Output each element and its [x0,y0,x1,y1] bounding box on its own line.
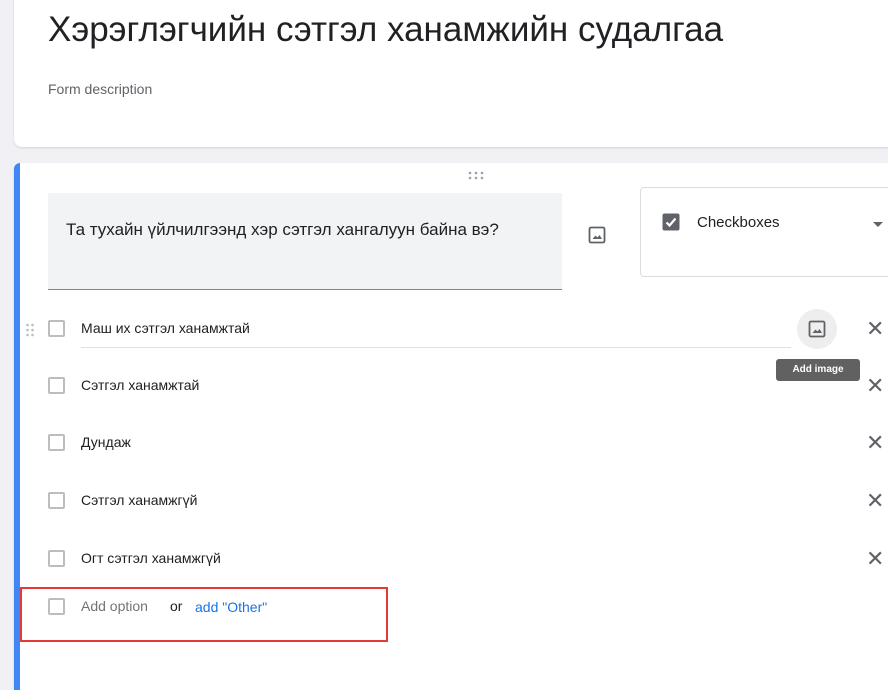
option-row: Дундаж ✕ [14,423,888,463]
option-checkbox [48,492,65,509]
option-label[interactable]: Дундаж [81,434,131,450]
form-editor: Хэрэглэгчийн сэтгэл ханамжийн судалгаа F… [0,0,888,690]
question-title-text: Та тухайн үйлчилгээнд хэр сэтгэл хангалу… [66,220,499,239]
option-label[interactable]: Сэтгэл ханамжтай [81,377,199,393]
option-label[interactable]: Сэтгэл ханамжгүй [81,492,197,508]
option-row: Огт сэтгэл ханамжгүй ✕ [14,539,888,579]
form-description[interactable]: Form description [48,81,152,97]
form-title[interactable]: Хэрэглэгчийн сэтгэл ханамжийн судалгаа [48,10,723,50]
image-icon[interactable] [587,225,607,245]
close-icon[interactable]: ✕ [866,375,884,397]
add-other-link[interactable]: add "Other" [195,599,267,615]
dropdown-arrow-icon [873,222,883,227]
option-label[interactable]: Маш их сэтгэл ханамжтай [81,320,250,336]
question-type-dropdown[interactable]: Checkboxes [640,187,888,277]
or-text: or [170,598,183,614]
question-type-label: Checkboxes [697,214,780,231]
option-checkbox [48,598,65,615]
option-checkbox [48,320,65,337]
question-card: Та тухайн үйлчилгээнд хэр сэтгэл хангалу… [14,163,888,690]
option-row: Сэтгэл ханамжгүй ✕ [14,481,888,521]
close-icon[interactable]: ✕ [866,490,884,512]
option-checkbox [48,550,65,567]
option-checkbox [48,377,65,394]
image-icon [808,320,826,338]
close-icon[interactable]: ✕ [866,432,884,454]
form-title-card: Хэрэглэгчийн сэтгэл ханамжийн судалгаа F… [14,0,888,147]
add-option-input[interactable]: Add option [81,598,148,614]
option-underline [81,347,791,348]
drag-handle-icon[interactable] [466,169,486,183]
add-image-button[interactable] [797,309,837,349]
question-title-field[interactable]: Та тухайн үйлчилгээнд хэр сэтгэл хангалу… [48,193,562,290]
option-row: Маш их сэтгэл ханамжтай ✕ [14,309,888,349]
add-option-row: Add option or add "Other" [14,587,404,627]
close-icon[interactable]: ✕ [866,548,884,570]
option-label[interactable]: Огт сэтгэл ханамжгүй [81,550,221,566]
option-row: Сэтгэл ханамжтай ✕ [14,366,888,406]
option-checkbox [48,434,65,451]
drag-handle-icon[interactable] [25,322,35,338]
close-icon[interactable]: ✕ [866,318,884,340]
checkbox-checked-icon [661,212,681,232]
